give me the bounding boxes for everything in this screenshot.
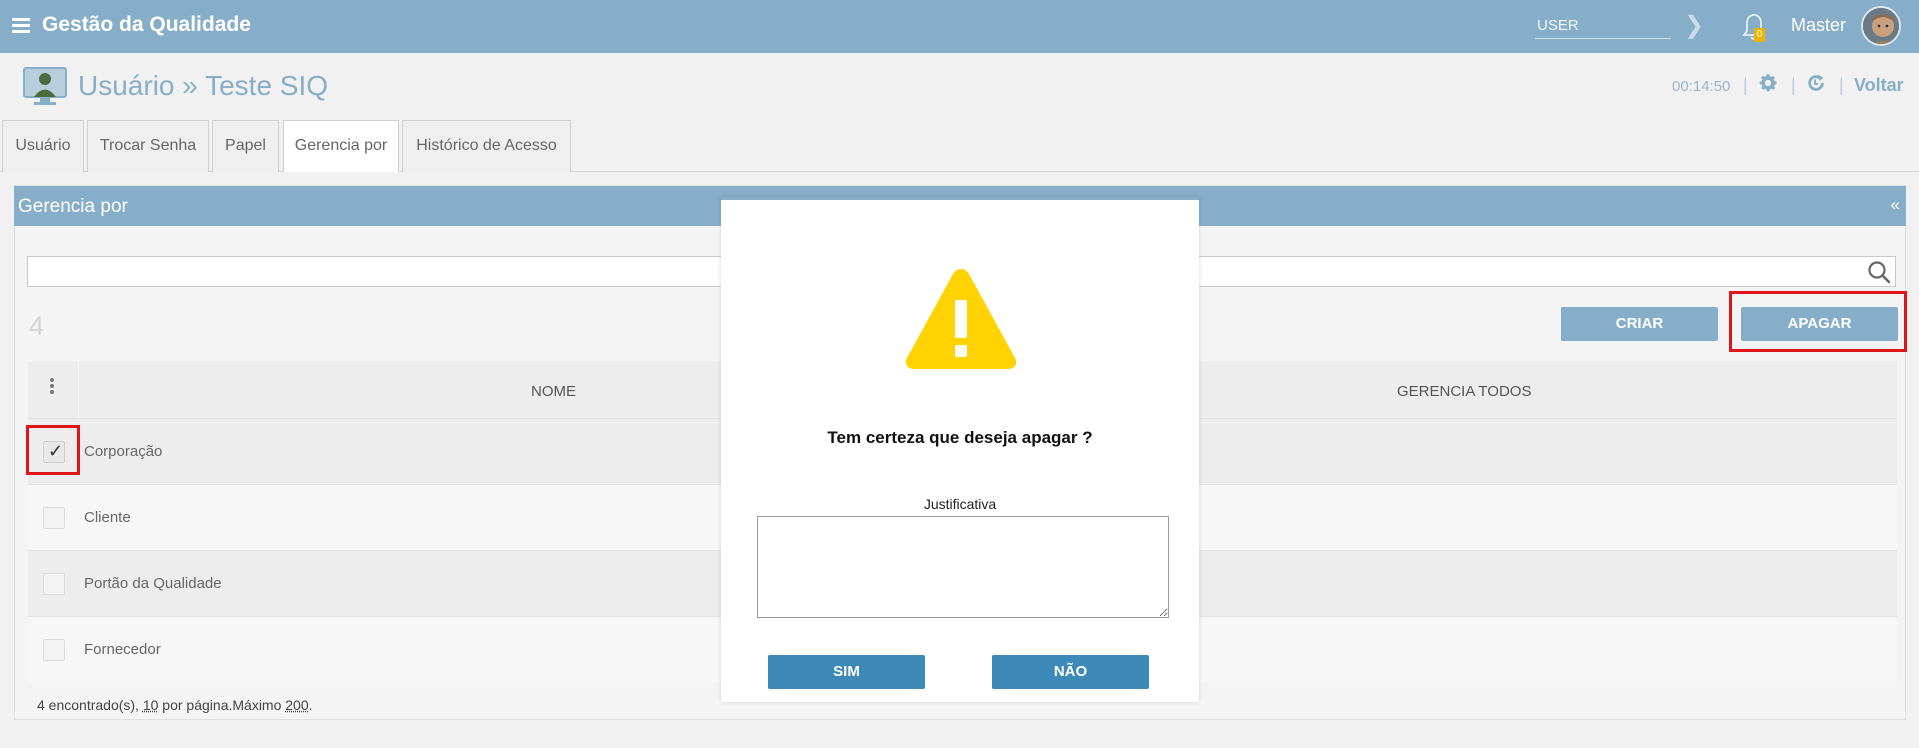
pagination-suffix: . (308, 697, 313, 713)
create-button[interactable]: CRIAR (1561, 307, 1718, 341)
tab-gerencia-por[interactable]: Gerencia por (283, 120, 399, 173)
separator: | (1791, 75, 1796, 95)
column-menu-icon[interactable] (50, 378, 54, 396)
yes-button[interactable]: SIM (768, 655, 925, 689)
user-avatar-icon (1863, 8, 1899, 44)
hamburger-menu-icon[interactable] (12, 18, 30, 34)
justification-textarea[interactable] (757, 516, 1169, 618)
column-header-nome[interactable]: NOME (531, 383, 576, 400)
warning-icon (905, 269, 1017, 369)
pagination-middle: por página.Máximo (158, 697, 286, 713)
highlight-frame-checkbox (26, 425, 80, 475)
row-nome: Corporação (84, 443, 163, 460)
justification-label: Justificativa (923, 496, 997, 512)
search-icon[interactable] (1866, 259, 1892, 285)
dialog-question: Tem certeza que deseja apagar ? (827, 428, 1093, 447)
pagination-prefix: 4 encontrado(s), (37, 697, 143, 713)
user-search-input[interactable] (1535, 13, 1671, 39)
username-label[interactable]: Master (1791, 15, 1846, 36)
avatar[interactable] (1861, 6, 1901, 46)
per-page-selector[interactable]: 10 (143, 697, 159, 713)
pagination-info: 4 encontrado(s), 10 por página.Máximo 20… (37, 697, 313, 713)
page-title: Usuário » Teste SIQ (78, 70, 329, 101)
refresh-icon[interactable] (1805, 72, 1827, 94)
tab-usuario[interactable]: Usuário (2, 120, 84, 172)
chevron-right-icon[interactable]: ❯ (1684, 11, 1704, 40)
back-link[interactable]: Voltar (1854, 75, 1904, 96)
max-selector[interactable]: 200 (285, 697, 308, 713)
tab-bar: Usuário Trocar Senha Papel Gerencia por … (0, 118, 1919, 173)
session-timer: 00:14:50 (1672, 78, 1731, 95)
tab-trocar-senha[interactable]: Trocar Senha (87, 120, 209, 172)
row-nome: Fornecedor (84, 641, 161, 658)
app-title: Gestão da Qualidade (42, 13, 251, 36)
no-button[interactable]: NÃO (992, 655, 1149, 689)
page-header: Usuário » Teste SIQ 00:14:50 | | | Volta… (0, 53, 1919, 118)
collapse-icon[interactable]: « (1891, 195, 1900, 215)
tab-historico-de-acesso[interactable]: Histórico de Acesso (402, 120, 571, 172)
separator: | (1743, 75, 1748, 95)
highlight-frame-delete (1729, 291, 1907, 352)
user-monitor-icon (23, 67, 67, 105)
tab-papel[interactable]: Papel (212, 120, 279, 172)
top-bar: Gestão da Qualidade ❯ 0 Master (0, 0, 1919, 53)
row-nome: Portão da Qualidade (84, 575, 222, 592)
row-checkbox[interactable] (43, 639, 65, 661)
notification-badge: 0 (1754, 28, 1765, 42)
row-nome: Cliente (84, 509, 131, 526)
header-divider (78, 361, 79, 418)
separator: | (1839, 75, 1844, 95)
row-checkbox[interactable] (43, 573, 65, 595)
gear-icon[interactable] (1757, 72, 1779, 94)
column-header-gerencia-todos[interactable]: GERENCIA TODOS (1397, 383, 1531, 400)
panel-title: Gerencia por (18, 196, 128, 217)
record-count: 4 (29, 311, 45, 341)
row-checkbox[interactable] (43, 507, 65, 529)
confirm-delete-dialog: Tem certeza que deseja apagar ? Justific… (721, 197, 1199, 702)
